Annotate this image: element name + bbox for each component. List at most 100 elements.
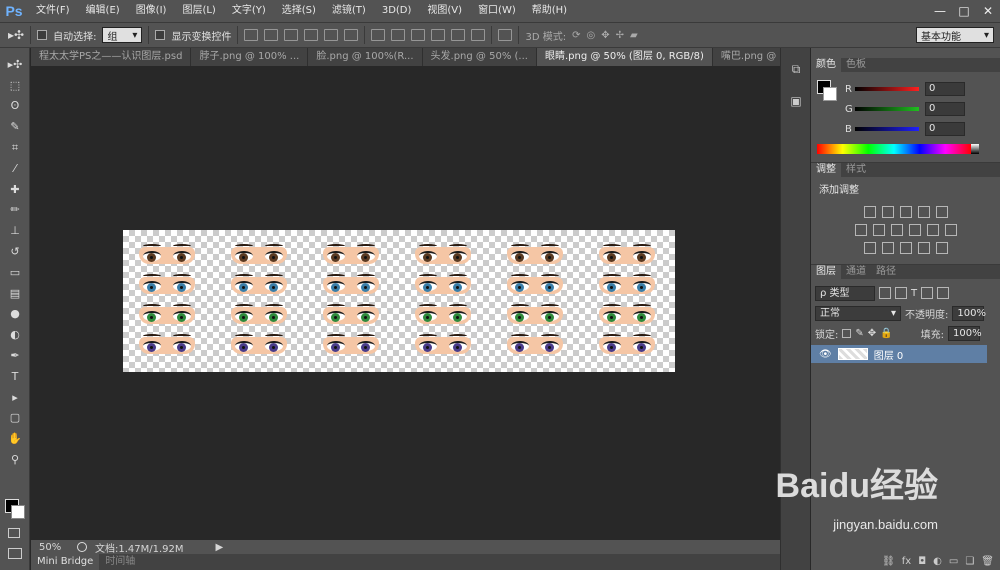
distribute-right-icon[interactable] — [471, 29, 486, 41]
lock-all-icon[interactable]: 🔒 — [880, 328, 892, 339]
posterize-icon[interactable] — [881, 242, 894, 254]
color-spectrum[interactable] — [817, 144, 971, 154]
align-vcenter-icon[interactable] — [264, 29, 279, 41]
color-lookup-icon[interactable] — [944, 224, 957, 236]
brightness-icon[interactable] — [863, 206, 876, 218]
status-menu-arrow-icon[interactable]: ▶ — [216, 542, 224, 553]
auto-align-icon[interactable] — [498, 29, 513, 41]
eyedropper-tool-icon[interactable]: ⁄ — [0, 158, 30, 179]
distribute-bottom-icon[interactable] — [411, 29, 426, 41]
healing-tool-icon[interactable]: ✚ — [0, 179, 30, 200]
document-tab[interactable]: 嘴巴.png @ 5 — [712, 48, 780, 66]
pen-tool-icon[interactable]: ✒ — [0, 345, 30, 366]
panel-tab[interactable]: 调整 — [811, 163, 841, 177]
layer-kind-filter[interactable]: ρ 类型 — [815, 285, 875, 301]
background-color-swatch[interactable] — [11, 505, 25, 519]
distribute-hcenter-icon[interactable] — [451, 29, 466, 41]
color-bg-swatch[interactable] — [823, 87, 837, 101]
blend-mode-dropdown[interactable]: 正常 ▾ — [815, 305, 901, 321]
move-tool-icon[interactable]: ▸✣ — [0, 54, 30, 75]
new-adjustment-icon[interactable]: ◐ — [933, 556, 942, 567]
menu-item[interactable]: 文件(F) — [28, 0, 78, 22]
3d-drag-icon[interactable]: ✥ — [601, 30, 609, 41]
3d-rotate-icon[interactable]: ⟳ — [572, 30, 580, 41]
dodge-tool-icon[interactable]: ◐ — [0, 324, 30, 345]
levels-icon[interactable] — [881, 206, 894, 218]
gradient-tool-icon[interactable]: ▤ — [0, 283, 30, 304]
menu-item[interactable]: 编辑(E) — [78, 0, 128, 22]
close-button[interactable]: ✕ — [976, 0, 1000, 22]
lasso-tool-icon[interactable]: ʘ — [0, 96, 30, 117]
menu-item[interactable]: 文字(Y) — [224, 0, 274, 22]
channel-value[interactable]: 0 — [925, 82, 965, 96]
filter-smart-icon[interactable] — [937, 287, 950, 299]
lock-position-icon[interactable]: ✥ — [868, 328, 876, 339]
hue-saturation-icon[interactable] — [854, 224, 867, 236]
fill-field[interactable]: 100% — [947, 325, 982, 341]
maximize-button[interactable]: □ — [952, 0, 976, 22]
canvas-area[interactable] — [31, 66, 780, 540]
layer-row[interactable]: 👁 图层 0 — [811, 345, 987, 363]
filter-adjust-icon[interactable] — [895, 287, 907, 299]
opacity-field[interactable]: 100% — [952, 305, 986, 321]
selective-color-icon[interactable] — [917, 242, 930, 254]
color-spectrum-bw[interactable] — [971, 144, 979, 154]
document-canvas[interactable] — [123, 230, 675, 372]
new-group-icon[interactable]: ▭ — [949, 556, 958, 567]
3d-slide-icon[interactable]: ✢ — [616, 30, 624, 41]
menu-item[interactable]: 3D(D) — [374, 0, 420, 22]
blur-tool-icon[interactable]: ● — [0, 304, 30, 325]
hand-tool-icon[interactable]: ✋ — [0, 428, 30, 449]
color-balance-icon[interactable] — [872, 224, 885, 236]
minimize-button[interactable]: — — [928, 0, 952, 22]
channel-slider[interactable] — [855, 107, 919, 111]
document-tab[interactable]: 脖子.png @ 100% ... — [191, 48, 309, 66]
workspace-dropdown[interactable]: 基本功能 ▾ — [916, 27, 994, 43]
zoom-tool-icon[interactable]: ⚲ — [0, 449, 30, 470]
status-preview-icon[interactable] — [77, 542, 87, 552]
screen-mode-icon[interactable] — [8, 548, 22, 559]
document-tab[interactable]: 眼睛.png @ 50% (图层 0, RGB/8) — [536, 48, 713, 66]
crop-tool-icon[interactable]: ⌗ — [0, 137, 30, 158]
menu-item[interactable]: 滤镜(T) — [324, 0, 374, 22]
eraser-tool-icon[interactable]: ▭ — [0, 262, 30, 283]
panel-tab[interactable]: 通道 — [841, 265, 871, 279]
type-tool-icon[interactable]: T — [0, 366, 30, 387]
align-hcenter-icon[interactable] — [324, 29, 339, 41]
black-white-icon[interactable] — [890, 224, 903, 236]
menu-item[interactable]: 帮助(H) — [524, 0, 575, 22]
auto-select-dropdown[interactable]: 组 ▾ — [102, 27, 143, 43]
stamp-tool-icon[interactable]: ⊥ — [0, 220, 30, 241]
lock-pixels-icon[interactable]: ✎ — [855, 328, 863, 339]
curves-icon[interactable] — [899, 206, 912, 218]
document-tab[interactable]: 头发.png @ 50% (... — [422, 48, 537, 66]
quick-mask-icon[interactable] — [8, 528, 20, 538]
vibrance-icon[interactable] — [935, 206, 948, 218]
filter-shape-icon[interactable] — [921, 287, 934, 299]
panel-tab[interactable]: 路径 — [871, 265, 901, 279]
channel-slider[interactable] — [855, 87, 919, 91]
add-mask-icon[interactable]: ◘ — [918, 556, 926, 567]
distribute-left-icon[interactable] — [431, 29, 446, 41]
fx-icon[interactable]: fx — [902, 556, 911, 567]
panel-tab[interactable]: 图层 — [811, 265, 841, 279]
path-select-tool-icon[interactable]: ▸ — [0, 387, 30, 408]
link-layers-icon[interactable]: ⛓ — [882, 556, 895, 567]
bottom-tab[interactable]: Mini Bridge — [31, 554, 100, 570]
threshold-icon[interactable] — [899, 242, 912, 254]
menu-item[interactable]: 图像(I) — [128, 0, 175, 22]
delete-layer-icon[interactable]: 🗑 — [981, 556, 994, 567]
menu-item[interactable]: 窗口(W) — [470, 0, 524, 22]
zoom-level[interactable]: 50% — [39, 542, 69, 553]
new-layer-icon[interactable]: ❑ — [965, 556, 974, 567]
quick-select-tool-icon[interactable]: ✎ — [0, 116, 30, 137]
auto-select-checkbox[interactable] — [37, 30, 48, 40]
menu-item[interactable]: 视图(V) — [419, 0, 470, 22]
filter-type-icon[interactable]: T — [911, 288, 917, 299]
document-tab[interactable]: 脸.png @ 100%(R... — [308, 48, 423, 66]
distribute-vcenter-icon[interactable] — [391, 29, 406, 41]
channel-value[interactable]: 0 — [925, 122, 965, 136]
exposure-icon[interactable] — [917, 206, 930, 218]
bottom-tab[interactable]: 时间轴 — [99, 554, 141, 570]
3d-scale-icon[interactable]: ▰ — [630, 30, 638, 41]
